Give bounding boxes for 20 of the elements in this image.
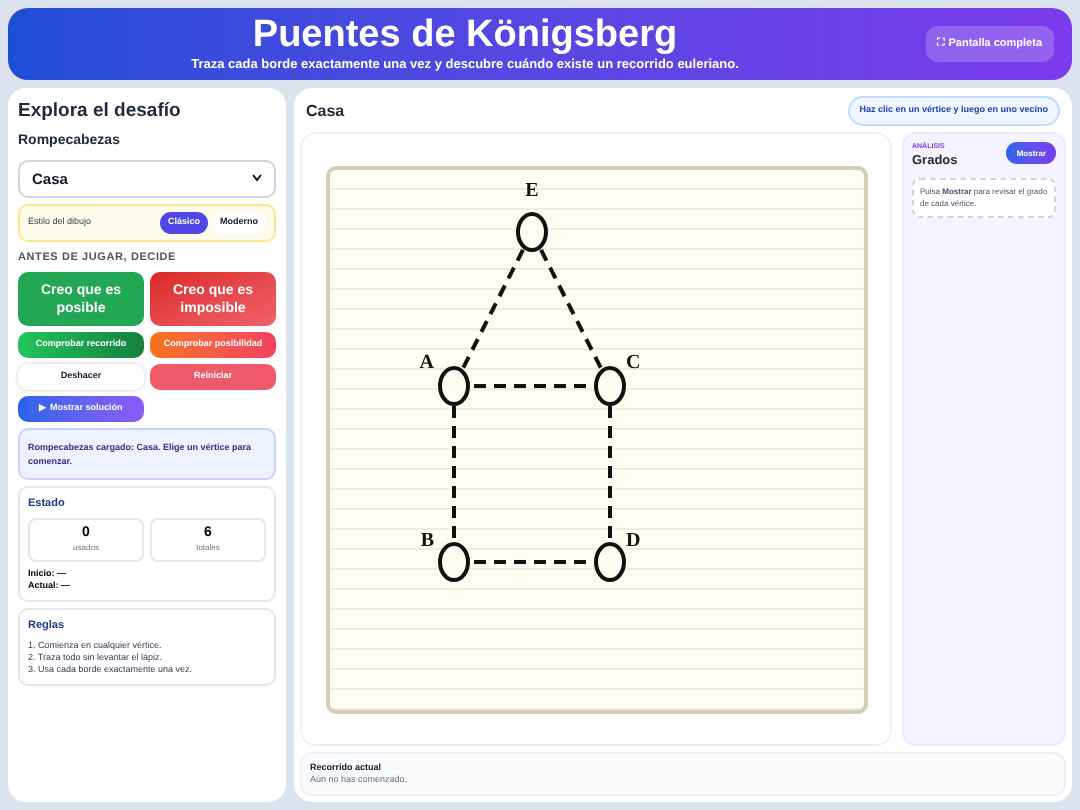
graph-edge[interactable] <box>607 405 611 541</box>
graph-vertex[interactable] <box>593 365 625 405</box>
chevron-icon <box>252 174 262 183</box>
puzzle-title: Casa <box>306 99 345 123</box>
graph-vertex[interactable] <box>515 211 547 251</box>
sidebar-title: Explora el desafío <box>18 98 183 126</box>
graph-edge[interactable] <box>538 247 602 369</box>
graph-edge[interactable] <box>451 405 455 541</box>
vertex-label: D <box>625 529 640 551</box>
vertex-label: C <box>625 351 640 373</box>
vertex-label: E <box>524 179 538 201</box>
app-title: Puentes de Königsberg <box>252 15 678 55</box>
vertex-label: A <box>418 351 433 373</box>
graph-vertex[interactable] <box>437 365 469 405</box>
graph-vertex[interactable] <box>593 541 625 581</box>
vertex-label: B <box>419 529 433 551</box>
graph-edge[interactable] <box>473 559 589 563</box>
graph-vertex[interactable] <box>437 541 469 581</box>
graph-edge[interactable] <box>460 247 524 369</box>
graph-edge[interactable] <box>473 383 589 387</box>
